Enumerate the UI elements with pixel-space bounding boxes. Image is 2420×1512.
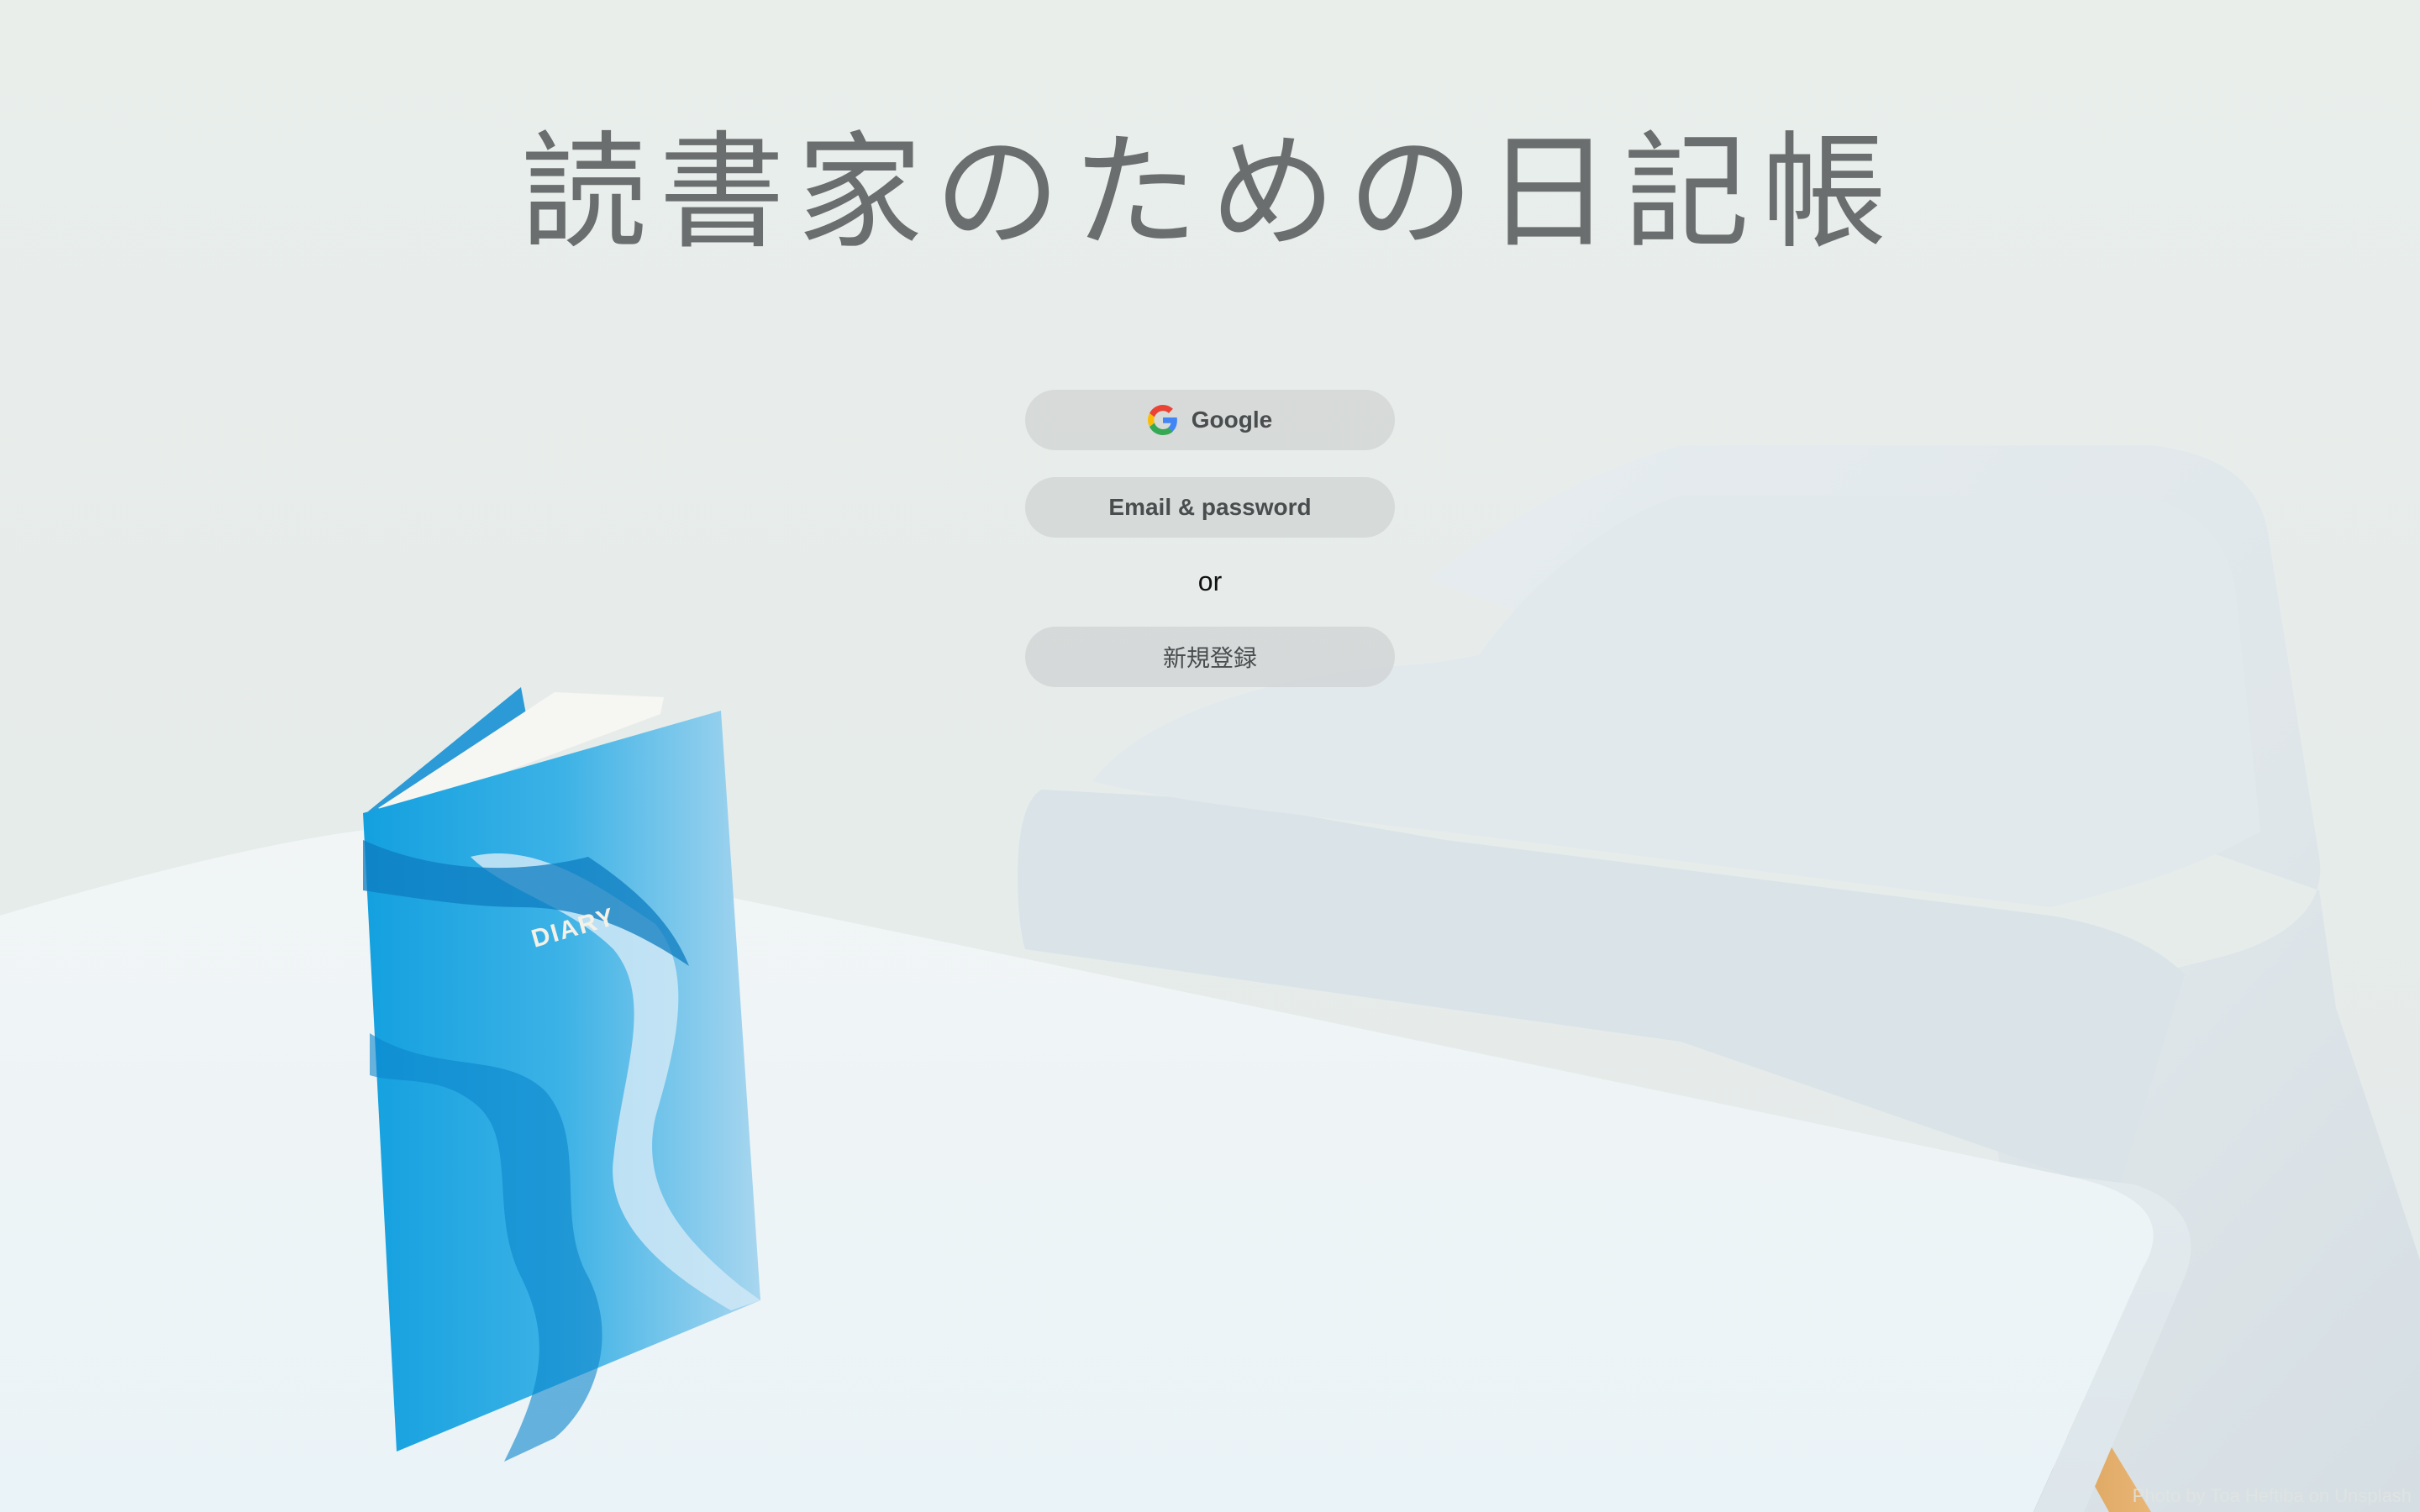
google-g-icon	[1147, 405, 1177, 435]
google-button-label: Google	[1191, 407, 1273, 433]
or-separator: or	[1197, 566, 1223, 596]
email-button-label: Email & password	[1108, 494, 1312, 520]
signup-button[interactable]: 新規登録	[1025, 627, 1395, 687]
login-page: DIARY 読書家のための日記帳 Google Email & password…	[0, 0, 2420, 1512]
page-title: 読書家のための日記帳	[520, 120, 1899, 266]
google-sign-in-button[interactable]: Google	[1025, 390, 1395, 450]
email-password-button[interactable]: Email & password	[1025, 477, 1395, 538]
photo-credit: Photo by Toa Heftiba on Unsplash	[2132, 1485, 2412, 1506]
signup-button-label: 新規登録	[1162, 644, 1257, 672]
